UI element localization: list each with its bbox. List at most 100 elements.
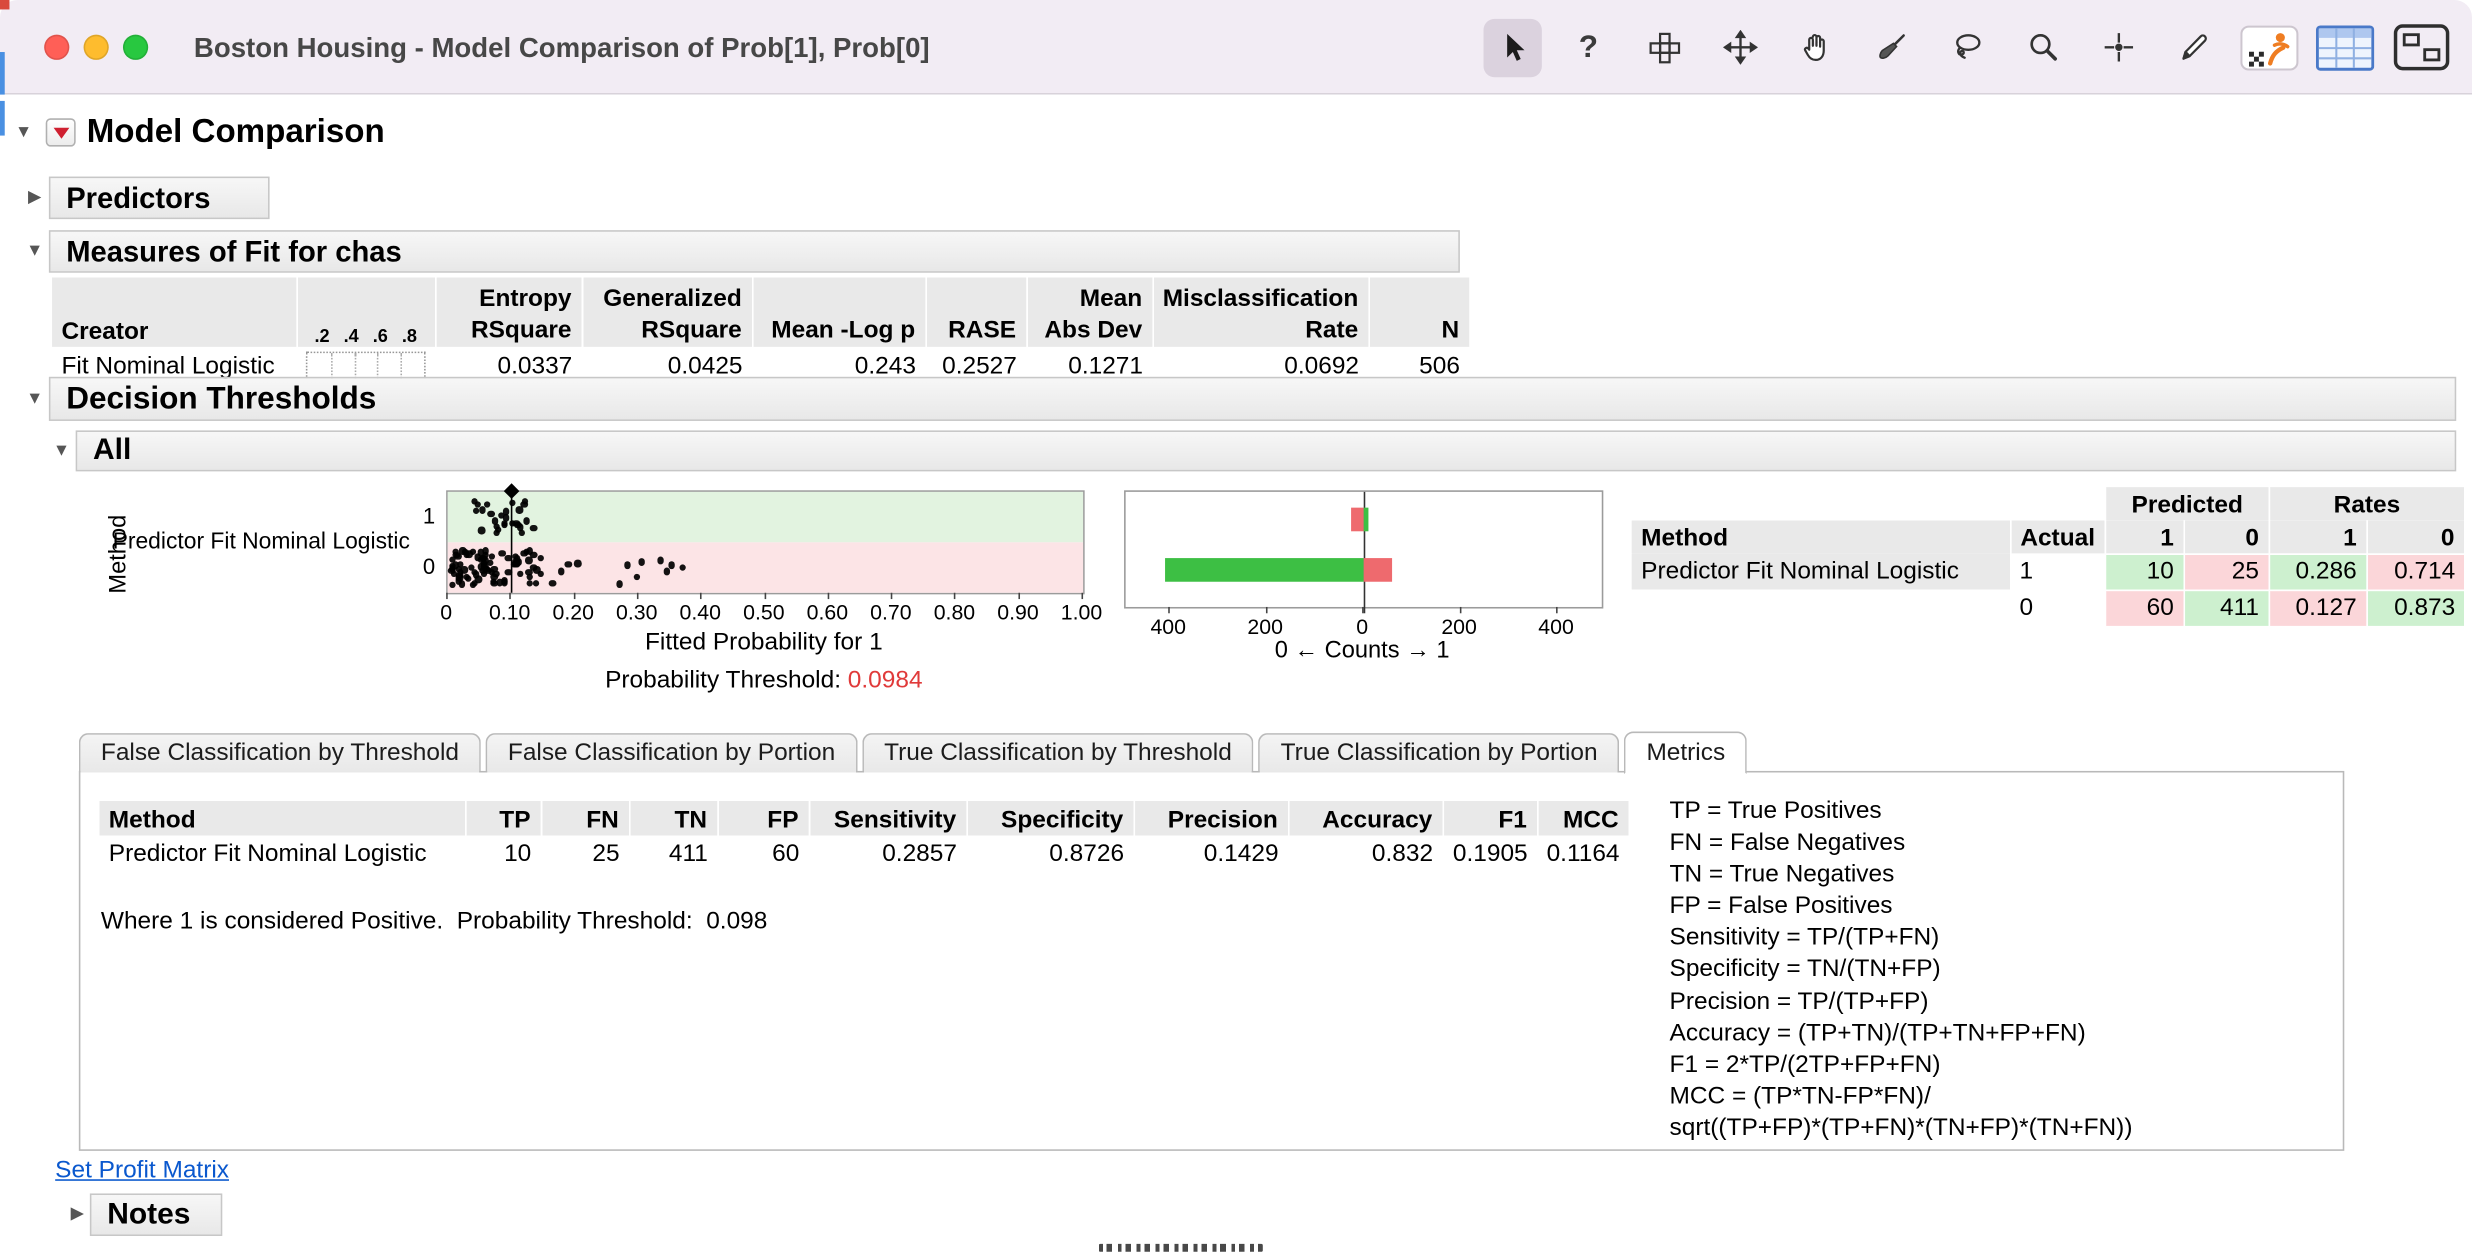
pencil-icon[interactable] bbox=[2165, 18, 2223, 76]
legend-line: Sensitivity = TP/(TP+FN) bbox=[1669, 924, 1940, 952]
measures-of-fit-section-header[interactable]: Measures of Fit for chas bbox=[48, 230, 1460, 273]
actual-column-header: Actual bbox=[2010, 520, 2107, 554]
axis-tick bbox=[509, 592, 512, 600]
data-point bbox=[482, 557, 489, 565]
axis-tick-label: 200 bbox=[1247, 614, 1283, 639]
predicted-group-header: Predicted bbox=[2104, 487, 2271, 521]
count-bar-right[interactable] bbox=[1363, 507, 1369, 532]
tab-false-classification-by-portion[interactable]: False Classification by Portion bbox=[485, 733, 858, 773]
x-axis-title: Fitted Probability for 1 bbox=[644, 629, 883, 656]
decision-thresholds-section-header[interactable]: Decision Thresholds bbox=[48, 376, 2457, 421]
tab-true-classification-by-portion[interactable]: True Classification by Portion bbox=[1258, 733, 1620, 773]
hand-icon[interactable] bbox=[1786, 18, 1844, 76]
data-point bbox=[574, 559, 582, 567]
value-cell: 0.2857 bbox=[882, 840, 957, 868]
tab-true-classification-by-threshold[interactable]: True Classification by Threshold bbox=[862, 733, 1254, 773]
spacer-header bbox=[2010, 487, 2107, 521]
data-point bbox=[557, 567, 565, 575]
tab-metrics[interactable]: Metrics bbox=[1624, 731, 1748, 775]
axis-tick-label: .4 bbox=[343, 327, 359, 347]
metrics-table: Method TP FN TN FP Sensitivity Specificity Prec… bbox=[99, 800, 1630, 874]
display-box-icon[interactable] bbox=[2392, 18, 2450, 76]
crosshair-icon[interactable] bbox=[2089, 18, 2147, 76]
predictors-section-header[interactable]: Predictors bbox=[48, 176, 270, 220]
data-point bbox=[478, 506, 486, 514]
table-row: 0 60 411 0.127 0.873 bbox=[1632, 588, 2465, 626]
disclosure-triangle-icon[interactable] bbox=[66, 1203, 88, 1225]
set-profit-matrix-link[interactable]: Set Profit Matrix bbox=[55, 1157, 229, 1185]
move-icon[interactable] bbox=[1711, 18, 1769, 76]
help-icon[interactable] bbox=[1559, 18, 1617, 76]
legend-line: FN = False Negatives bbox=[1669, 829, 1906, 857]
disclosure-triangle-icon[interactable] bbox=[24, 388, 46, 410]
axis-tick bbox=[890, 592, 893, 600]
axis-tick bbox=[636, 592, 639, 600]
data-point bbox=[501, 577, 509, 585]
axis-tick-label: 0.30 bbox=[616, 600, 658, 625]
fullscreen-button[interactable] bbox=[122, 34, 149, 60]
zoom-icon[interactable] bbox=[2013, 18, 2071, 76]
method-series-label: Predictor Fit Nominal Logistic bbox=[112, 529, 410, 555]
disclosure-triangle-icon[interactable] bbox=[24, 186, 46, 208]
axis-tick bbox=[1362, 606, 1364, 614]
actual-cell: 0 bbox=[2019, 593, 2034, 621]
column-header: RASE bbox=[925, 277, 1028, 347]
axis-tick bbox=[1265, 606, 1267, 614]
table-row: Predictor Fit Nominal Logistic 10 25 411 60 0… bbox=[99, 836, 1629, 874]
metrics-note: Where 1 is considered Positive. Probabil… bbox=[100, 908, 768, 935]
close-button[interactable] bbox=[44, 34, 70, 60]
disclosure-triangle-icon[interactable] bbox=[24, 240, 46, 262]
counts-bar-chart[interactable] bbox=[1124, 490, 1604, 614]
section-title: Decision Thresholds bbox=[66, 380, 377, 416]
class-0-band bbox=[447, 542, 1084, 593]
notes-section-header[interactable]: Notes bbox=[89, 1193, 223, 1236]
threshold-line[interactable] bbox=[510, 491, 513, 593]
legend-line: Accuracy = (TP+TN)/(TP+TN+FP+FN) bbox=[1669, 1019, 2086, 1047]
data-point bbox=[638, 558, 645, 566]
value-cell: 411 bbox=[668, 840, 708, 868]
data-point bbox=[483, 500, 491, 508]
axis-tick-label: 400 bbox=[1538, 614, 1574, 639]
y-category-label: 1 bbox=[422, 502, 436, 529]
probability-threshold-readout: Probability Threshold: 0.0984 bbox=[446, 667, 1081, 695]
column-header: Misclassification Rate bbox=[1152, 277, 1370, 347]
window-grid-icon[interactable] bbox=[1635, 18, 1693, 76]
data-point bbox=[452, 551, 460, 559]
classification-tabs: False Classification by Threshold False C… bbox=[78, 731, 1752, 775]
disclosure-triangle-icon[interactable] bbox=[13, 121, 35, 143]
disclosure-triangle-icon[interactable] bbox=[50, 440, 72, 462]
window-edge-artifact bbox=[0, 100, 5, 136]
data-point bbox=[667, 561, 675, 569]
value-cell: 10 bbox=[504, 840, 532, 868]
column-header: 1 bbox=[2105, 520, 2185, 554]
red-triangle-menu-button[interactable] bbox=[45, 118, 76, 147]
clipped-content-fragment bbox=[1098, 1243, 1263, 1251]
brush-icon[interactable] bbox=[1862, 18, 1920, 76]
data-point bbox=[487, 510, 495, 518]
toolbar bbox=[1483, 17, 2450, 77]
all-section-header[interactable]: All bbox=[75, 430, 2457, 472]
data-table-icon[interactable] bbox=[2315, 18, 2375, 76]
method-cell bbox=[1632, 590, 2010, 626]
jmp-home-icon[interactable] bbox=[2240, 18, 2299, 76]
tab-false-classification-by-threshold[interactable]: False Classification by Threshold bbox=[78, 733, 482, 773]
cursor-icon[interactable] bbox=[1483, 18, 1542, 77]
column-header: Method bbox=[99, 800, 466, 836]
method-cell: Predictor Fit Nominal Logistic bbox=[108, 840, 427, 868]
count-bar-left[interactable] bbox=[1164, 558, 1364, 582]
count-bar-left[interactable] bbox=[1351, 507, 1364, 532]
threshold-value[interactable]: 0.0984 bbox=[848, 667, 923, 694]
report-title: Model Comparison bbox=[86, 113, 385, 150]
data-point bbox=[516, 506, 524, 514]
data-point bbox=[478, 526, 485, 534]
matrix-cell: 0.286 bbox=[2268, 552, 2367, 590]
matrix-cell: 411 bbox=[2183, 588, 2270, 626]
column-header: MCC bbox=[1537, 800, 1630, 836]
legend-line: Specificity = TN/(TN+FP) bbox=[1669, 956, 1941, 983]
column-header: TP bbox=[465, 800, 542, 836]
minimize-button[interactable] bbox=[83, 34, 109, 60]
column-header: 0 bbox=[2366, 520, 2466, 554]
lasso-icon[interactable] bbox=[1938, 18, 1996, 76]
fitted-probability-plot[interactable] bbox=[446, 483, 1085, 595]
count-bar-right[interactable] bbox=[1363, 558, 1393, 582]
